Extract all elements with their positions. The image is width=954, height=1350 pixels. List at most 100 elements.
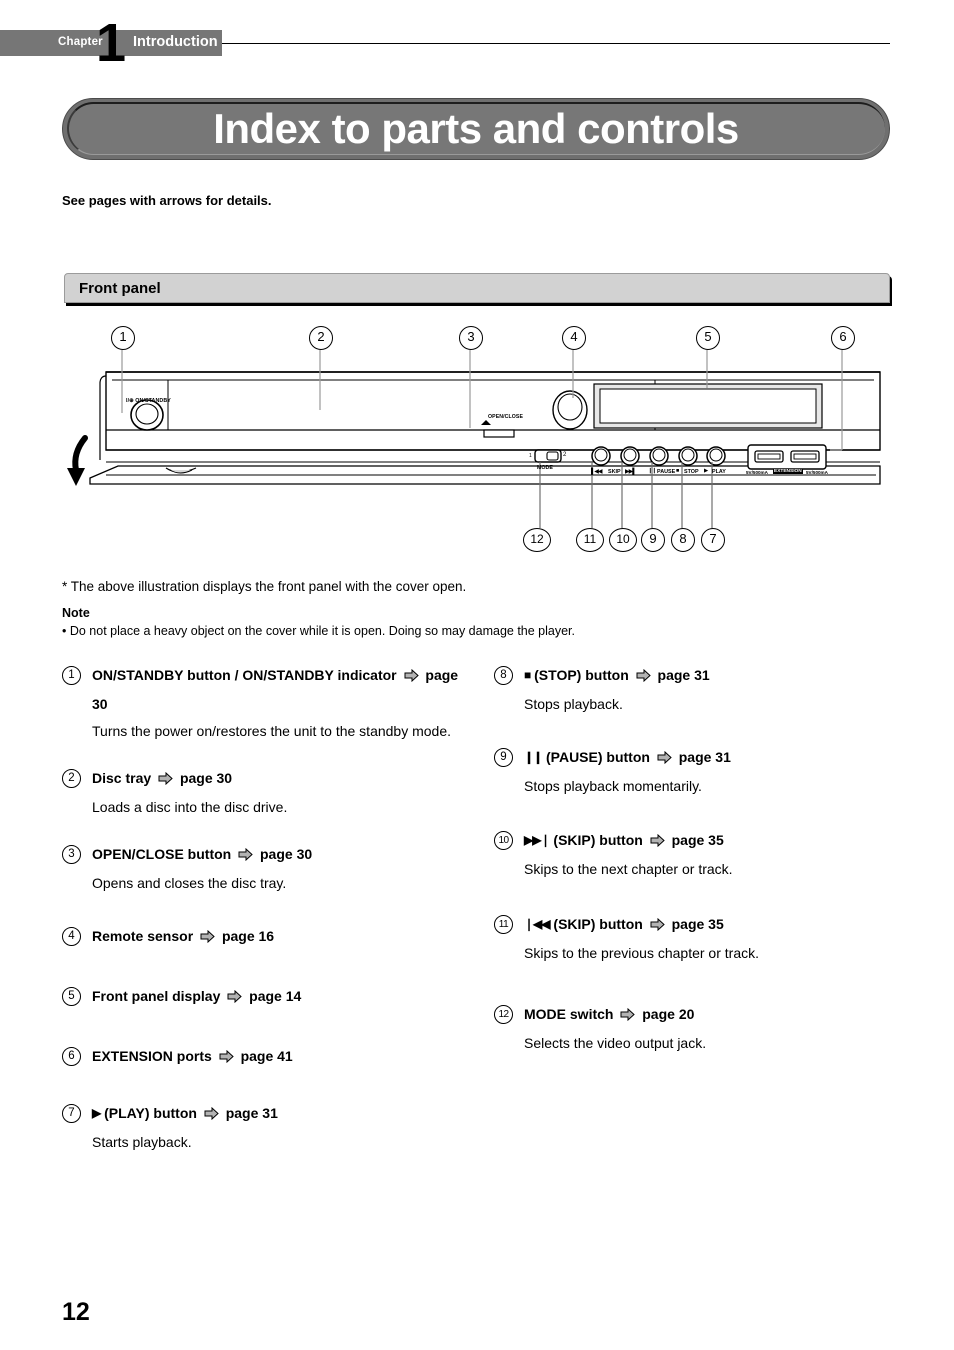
legend-page-ref[interactable]: page 30 [260,846,312,862]
legend-item-description: Selects the video output jack. [524,1035,707,1051]
chapter-number: 1 [96,13,127,73]
chapter-header: Chapter 1 Introduction [0,16,954,70]
legend-item-description: Stops playback. [524,696,623,712]
page-arrow-icon [620,1003,636,1030]
legend-number-badge: 2 [62,769,81,788]
callout-7: 7 [701,528,725,552]
legend-item-title: ON/STANDBY button / ON/STANDBY indicator [92,667,397,683]
page-arrow-icon [158,767,173,794]
legend-transport-glyph: ❘◀◀ [524,917,550,931]
legend-page-ref[interactable]: page 41 [241,1048,293,1064]
page-title: Index to parts and controls [213,105,739,152]
callout-10: 10 [609,528,637,552]
mode-switch-shape [534,449,562,463]
legend-item-description: Stops playback momentarily. [524,778,702,794]
power-label: I/⊕ ON/STANDBY [126,398,171,404]
legend-item-11: 11 ❘◀◀ (SKIP) button page 35 Skips to the … [494,911,894,963]
legend-page-ref[interactable]: page 31 [679,749,731,765]
remote-sensor-shape [552,390,588,430]
legend-item-heading: 7 ▶ (PLAY) button page 31 [62,1100,462,1129]
stop-icon: ■ [676,468,680,474]
front-panel-display-shape [593,383,823,429]
page-arrow-icon [219,1045,234,1072]
legend-item-title: Remote sensor [92,928,194,944]
page-number: 12 [62,1298,90,1326]
callout-3: 3 [459,326,483,350]
page-arrow-icon [200,925,215,952]
usb-rating-left-label: 5V/500mA [746,470,768,475]
page-arrow-icon [650,829,665,856]
legend-item-title: OPEN/CLOSE button [92,846,232,862]
extension-ports-shape [747,444,827,470]
cover-tab-shape [165,467,197,474]
legend-item-1: 1 ON/STANDBY button / ON/STANDBY indicato… [62,662,462,741]
play-icon: ▶ [704,468,709,474]
open-close-label: OPEN/CLOSE [488,414,524,420]
page-arrow-icon [657,746,672,773]
pause-label: PAUSE [657,469,676,475]
legend-number-badge: 10 [494,831,513,850]
page-arrow-icon [404,664,419,691]
legend-item-title: EXTENSION ports [92,1048,212,1064]
legend-page-ref[interactable]: page 30 [180,770,232,786]
legend-item-title: (SKIP) button [553,916,643,932]
legend-number-badge: 3 [62,845,81,864]
legend-number-badge: 7 [62,1104,81,1123]
legend-page-ref[interactable]: page 35 [672,832,724,848]
callout-1: 1 [111,326,135,350]
legend-number-badge: 1 [62,666,81,685]
legend-page-ref[interactable]: page 31 [226,1105,278,1121]
callout-6: 6 [831,326,855,350]
legend-item-heading: 3 OPEN/CLOSE button page 30 [62,841,462,870]
legend-item-heading: 2 Disc tray page 30 [62,765,462,794]
legend-item-heading: 5 Front panel display page 14 [62,983,462,1012]
legend-item-heading: 1 ON/STANDBY button / ON/STANDBY indicato… [62,662,462,718]
legend-item-heading: 9 ❙❙ (PAUSE) button page 31 [494,744,894,773]
illustration-footnote: * The above illustration displays the fr… [62,579,467,594]
legend-item-description: Skips to the previous chapter or track. [524,945,759,961]
legend-item-10: 10 ▶▶❘ (SKIP) button page 35 Skips to the … [494,827,894,879]
pause-icon: ❙❙ [648,468,657,474]
legend-number-badge: 9 [494,748,513,767]
legend-page-ref[interactable]: page 31 [658,667,710,683]
callout-4: 4 [562,326,586,350]
legend-item-4: 4 Remote sensor page 16 [62,923,462,952]
legend-item-5: 5 Front panel display page 14 [62,983,462,1012]
legend-transport-glyph: ▶▶❘ [524,833,550,847]
legend-item-heading: 12 MODE switch page 20 [494,1001,894,1030]
legend-page-ref[interactable]: page 14 [249,988,301,1004]
skip-label: SKIP [608,469,621,475]
legend-page-ref[interactable]: page 16 [222,928,274,944]
legend-page-ref[interactable]: page 20 [642,1006,694,1022]
page-arrow-icon [650,913,665,940]
front-panel-drawing [67,350,881,528]
usb-rating-right-label: 5V/500mA [806,470,828,475]
open-close-button-shape [481,420,515,438]
legend-number-badge: 12 [494,1005,513,1024]
legend-item-12: 12 MODE switch page 20 Selects the video o… [494,1001,894,1053]
header-rule [222,43,890,44]
play-label: PLAY [712,469,726,475]
front-panel-illustration: I/⊕ ON/STANDBY OPEN/CLOSE 1 2 MODE SKIP … [0,310,954,570]
legend-item-3: 3 OPEN/CLOSE button page 30 Opens and clos… [62,841,462,893]
legend-item-heading: 4 Remote sensor page 16 [62,923,462,952]
callout-2: 2 [309,326,333,350]
note-body: • Do not place a heavy object on the cov… [62,624,576,638]
legend-page-ref[interactable]: page 35 [672,916,724,932]
legend-item-8: 8 ■ (STOP) button page 31 Stops playback. [494,662,894,714]
legend-item-title: (PLAY) button [104,1105,197,1121]
intro-line: See pages with arrows for details. [62,193,272,208]
legend-item-9: 9 ❙❙ (PAUSE) button page 31 Stops playback… [494,744,894,796]
section-title: Front panel [79,280,161,297]
legend-item-description: Starts playback. [92,1134,192,1150]
section-bar-front-panel: Front panel [64,273,890,303]
legend-item-heading: 8 ■ (STOP) button page 31 [494,662,894,691]
legend-item-heading: 10 ▶▶❘ (SKIP) button page 35 [494,827,894,856]
mode-label: MODE [537,465,553,471]
legend-number-badge: 5 [62,987,81,1006]
legend-item-description: Skips to the next chapter or track. [524,861,733,877]
callout-11: 11 [576,528,604,552]
page-arrow-icon [227,985,242,1012]
power-button-shape [130,399,164,431]
callout-8: 8 [671,528,695,552]
